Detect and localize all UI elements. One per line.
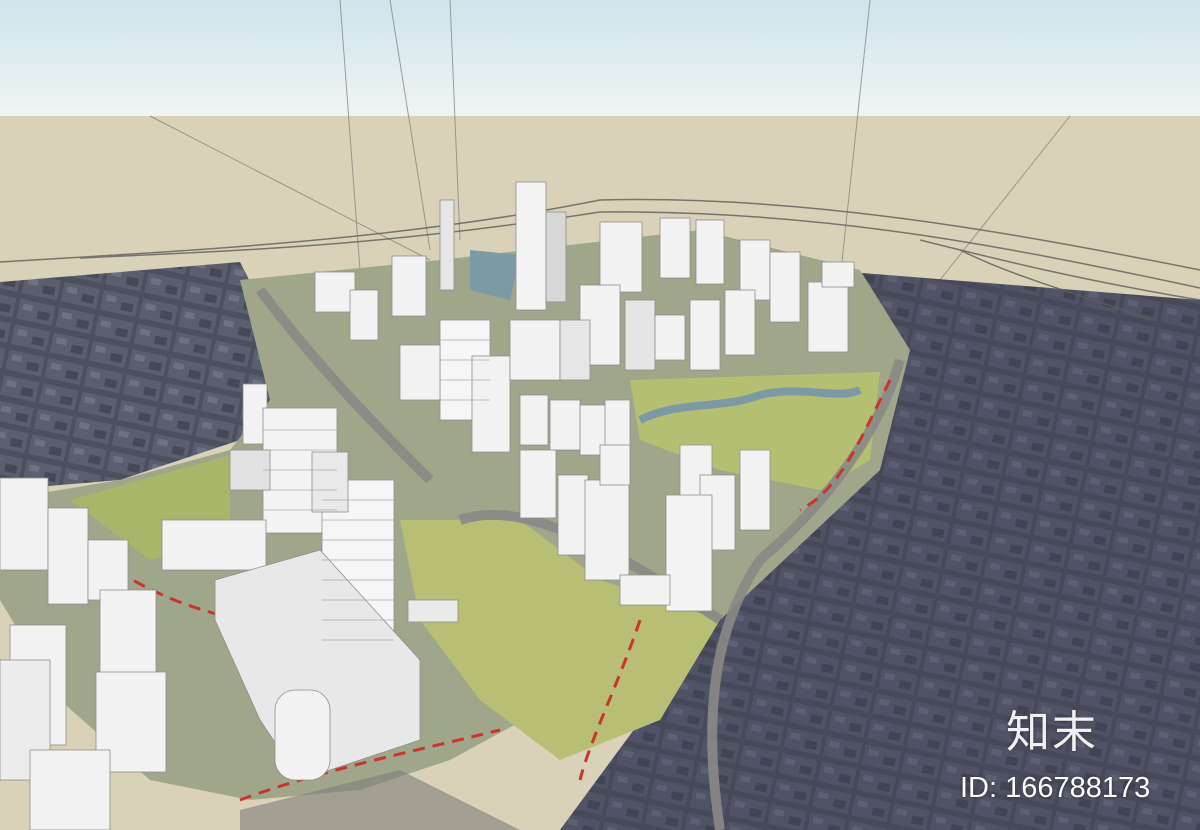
watermark-logo: 知末 (1006, 707, 1098, 758)
sky (0, 0, 1200, 116)
watermark-id: ID: 166788173 (960, 772, 1151, 804)
